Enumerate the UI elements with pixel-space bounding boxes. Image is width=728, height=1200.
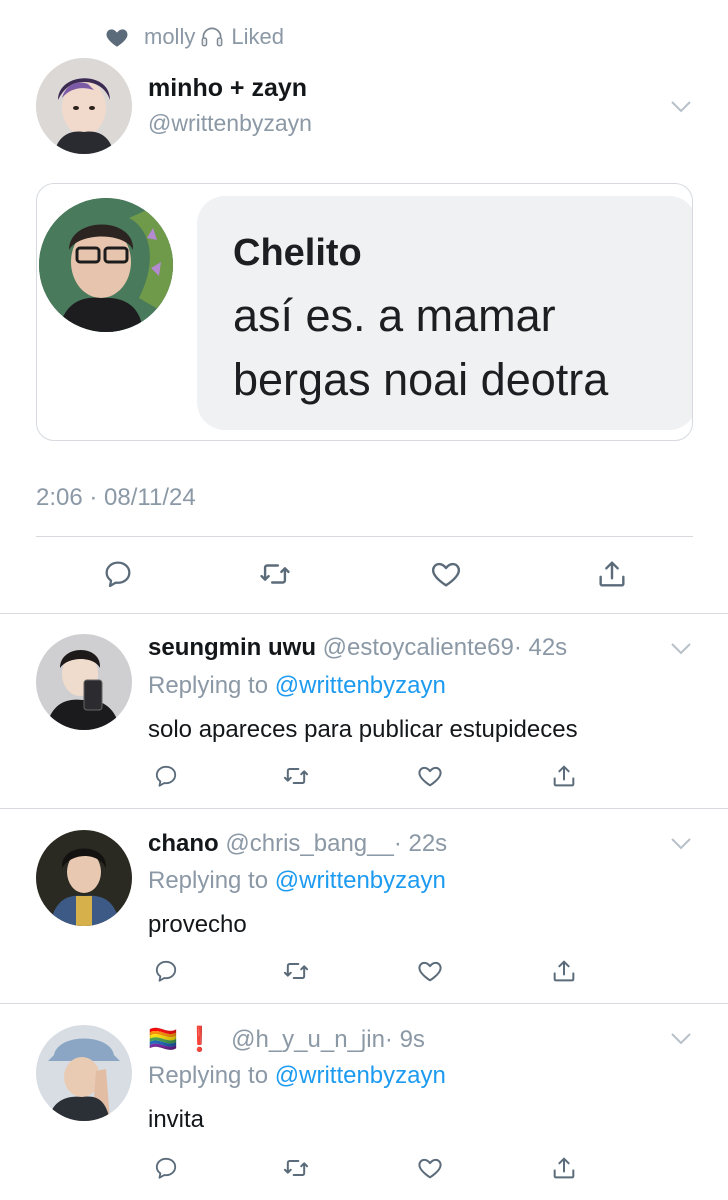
retweet-icon [283, 768, 309, 784]
chevron-down-icon[interactable] [670, 100, 692, 114]
reply-avatar[interactable] [36, 1025, 132, 1121]
share-button[interactable] [546, 758, 582, 794]
like-button[interactable] [412, 1150, 448, 1186]
social-context-user[interactable]: molly [144, 24, 195, 50]
tweet-image[interactable]: Chelito así es. a mamar bergas noai deot… [36, 183, 693, 441]
retweet-icon [260, 564, 290, 584]
chevron-down-icon[interactable] [670, 642, 692, 656]
heart-outline-icon [418, 766, 442, 787]
chevron-down-icon[interactable] [670, 837, 692, 851]
retweet-button[interactable] [278, 758, 314, 794]
replying-to-handle[interactable]: @writtenbyzayn [275, 867, 446, 894]
replying-to-label: Replying to [148, 1062, 269, 1089]
reply-text: provecho [148, 911, 247, 938]
reply-time: · 42s [513, 634, 568, 661]
heart-icon [104, 24, 130, 50]
share-icon [553, 765, 575, 787]
reply-button[interactable] [148, 953, 184, 989]
replying-to-label: Replying to [148, 867, 269, 894]
headphones-icon [199, 24, 225, 50]
comment-bubble: Chelito así es. a mamar bergas noai deot… [197, 196, 692, 430]
reply-handle[interactable]: @chris_bang__ [225, 830, 393, 857]
like-button[interactable] [412, 953, 448, 989]
replying-to-handle[interactable]: @writtenbyzayn [275, 1062, 446, 1089]
retweet-button[interactable] [257, 556, 293, 592]
section-divider [0, 613, 728, 614]
reply-handle[interactable]: @h_y_u_n_jin [231, 1026, 385, 1053]
author-handle[interactable]: @writtenbyzayn [148, 110, 312, 137]
reply-icon [155, 1157, 177, 1179]
share-button[interactable] [594, 556, 630, 592]
like-button[interactable] [412, 758, 448, 794]
reply-handle[interactable]: @estoycaliente69 [323, 634, 514, 661]
heart-outline-icon [418, 1158, 442, 1179]
social-context: molly Liked [104, 22, 284, 52]
reply-text: solo apareces para publicar estupideces [148, 716, 578, 743]
retweet-button[interactable] [278, 1150, 314, 1186]
reply-icon [105, 561, 131, 588]
retweet-button[interactable] [278, 953, 314, 989]
comment-line-1: así es. a mamar [233, 290, 556, 341]
reply-divider [0, 1003, 728, 1004]
reply-icon [155, 960, 177, 982]
reply-button[interactable] [148, 1150, 184, 1186]
share-icon [553, 960, 575, 982]
reply-display-name[interactable]: 🏳️‍🌈 ❗ [148, 1026, 214, 1053]
reply-button[interactable] [100, 556, 136, 592]
share-button[interactable] [546, 1150, 582, 1186]
reply-icon [155, 765, 177, 787]
reply-time: · 22s [393, 830, 448, 857]
reply-text: invita [148, 1106, 205, 1133]
retweet-icon [283, 1160, 309, 1176]
replying-to-label: Replying to [148, 672, 269, 699]
reply-display-name[interactable]: chano [148, 830, 219, 857]
author-display-name[interactable]: minho + zayn [148, 74, 307, 103]
share-icon [553, 1157, 575, 1179]
tweet-timestamp: 2:06 · 08/11/24 [36, 484, 196, 511]
reply-avatar[interactable] [36, 830, 132, 926]
comment-line-2: bergas noai deotra [233, 354, 609, 405]
comment-author-avatar [39, 198, 173, 332]
share-icon [599, 561, 625, 587]
heart-outline-icon [431, 562, 461, 587]
timestamp-divider [36, 536, 693, 537]
reply-avatar[interactable] [36, 634, 132, 730]
reply-button[interactable] [148, 758, 184, 794]
reply-time: · 9s [384, 1026, 425, 1053]
author-avatar[interactable] [36, 58, 132, 154]
social-context-action: Liked [231, 24, 284, 49]
comment-author: Chelito [233, 232, 362, 274]
like-button[interactable] [428, 556, 464, 592]
share-button[interactable] [546, 953, 582, 989]
chevron-down-icon[interactable] [670, 1032, 692, 1046]
reply-display-name[interactable]: seungmin uwu [148, 634, 316, 661]
replying-to-handle[interactable]: @writtenbyzayn [275, 672, 446, 699]
retweet-icon [283, 963, 309, 979]
heart-outline-icon [418, 961, 442, 982]
reply-divider [0, 808, 728, 809]
